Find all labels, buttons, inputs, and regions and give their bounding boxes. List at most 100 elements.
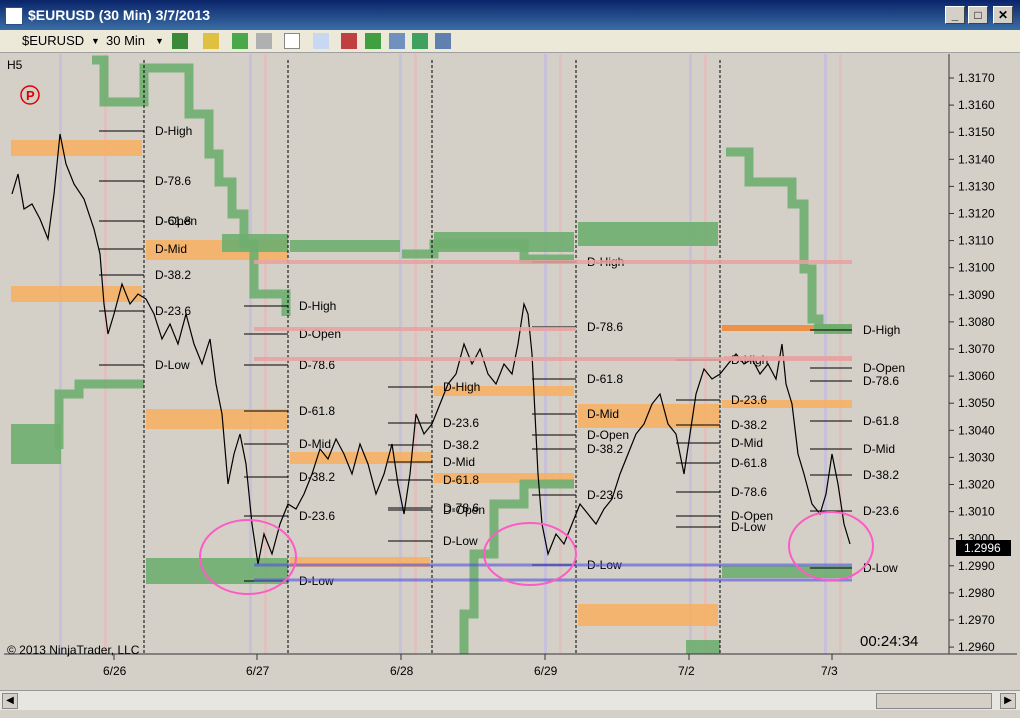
- level-label: D-High: [863, 323, 900, 337]
- close-button[interactable]: ✕: [993, 6, 1013, 24]
- level-label: D-Open: [443, 503, 485, 517]
- level-band: [686, 640, 720, 654]
- instrument-selector[interactable]: $EURUSD: [22, 33, 84, 49]
- indicators-icon[interactable]: [341, 33, 357, 49]
- level-label: D-78.6: [587, 320, 623, 334]
- level-label: D-61.8: [587, 372, 623, 386]
- strategies-icon[interactable]: [365, 33, 381, 49]
- x-tick-label: 7/2: [678, 664, 695, 678]
- candlestick-style-icon[interactable]: [172, 33, 188, 49]
- level-band: [578, 222, 718, 246]
- y-tick-label: 1.3070: [958, 342, 995, 356]
- y-tick-label: 1.2970: [958, 613, 995, 627]
- y-tick-label: 1.3060: [958, 369, 995, 383]
- y-tick-label: 1.3110: [958, 234, 994, 248]
- level-label: D-23.6: [299, 509, 335, 523]
- level-label: D-Mid: [299, 437, 331, 451]
- pencil-draw-icon[interactable]: [203, 33, 219, 49]
- level-band: [11, 140, 142, 156]
- chart-toolbar: $EURUSD ▼ 30 Min ▼: [0, 30, 1020, 53]
- x-tick-label: 6/26: [103, 664, 127, 678]
- price-chart[interactable]: D-High D-78.6 D-61.8 D-Open D-Mid D-38.2 D-23.…: [4, 54, 1017, 688]
- scroll-left-icon[interactable]: ◀: [2, 693, 18, 709]
- level-label: D-23.6: [587, 488, 623, 502]
- scroll-thumb[interactable]: [876, 693, 992, 709]
- level-label: D-Mid: [863, 442, 895, 456]
- pin-icon[interactable]: [256, 33, 272, 49]
- level-label: D-61.8: [443, 473, 479, 487]
- level-label: D-Low: [155, 358, 190, 372]
- level-label: D-Low: [443, 534, 478, 548]
- y-tick-label: 1.3090: [958, 288, 995, 302]
- level-label: D-61.8: [863, 414, 899, 428]
- level-label: D-Mid: [587, 407, 619, 421]
- last-price-value: 1.2996: [964, 541, 1001, 555]
- y-tick-label: 1.3020: [958, 478, 995, 492]
- x-tick-label: 6/28: [390, 664, 414, 678]
- level-label: D-High: [443, 380, 480, 394]
- interval-selector[interactable]: 30 Min: [106, 33, 145, 49]
- level-band: [578, 604, 718, 626]
- y-tick-label: 1.3050: [958, 396, 995, 410]
- copyright-text: © 2013 NinjaTrader, LLC: [7, 643, 140, 657]
- level-label: D-38.2: [863, 468, 899, 482]
- level-label: D-High: [155, 124, 192, 138]
- x-tick-label: 6/29: [534, 664, 558, 678]
- minimize-button[interactable]: _: [945, 6, 965, 24]
- scroll-right-icon[interactable]: ▶: [1000, 693, 1016, 709]
- chevron-down-icon[interactable]: ▼: [91, 33, 100, 49]
- y-tick-label: 1.3130: [958, 179, 995, 193]
- pointer-icon[interactable]: [284, 33, 300, 49]
- panel-label: H5: [7, 58, 23, 72]
- y-tick-label: 1.3160: [958, 98, 995, 112]
- y-tick-label: 1.3150: [958, 125, 995, 139]
- level-label: D-61.8: [299, 404, 335, 418]
- level-label: D-61.8: [731, 456, 767, 470]
- level-label: D-High: [299, 299, 336, 313]
- level-label: D-Mid: [731, 436, 763, 450]
- window-bottom-edge: [0, 710, 1020, 718]
- y-tick-label: 1.3100: [958, 261, 995, 275]
- y-tick-label: 1.3140: [958, 152, 995, 166]
- level-band: [290, 240, 400, 252]
- level-label: D-Open: [587, 428, 629, 442]
- level-band: [11, 424, 61, 464]
- level-label: D-23.6: [155, 304, 191, 318]
- bar-timer: 00:24:34: [860, 633, 918, 650]
- dollar-icon[interactable]: [412, 33, 428, 49]
- level-band: [11, 286, 142, 302]
- level-label: D-23.6: [863, 504, 899, 518]
- level-label: D-Open: [863, 361, 905, 375]
- y-tick-label: 1.3080: [958, 315, 995, 329]
- y-tick-label: 1.2990: [958, 559, 995, 573]
- level-label: D-Mid: [443, 455, 475, 469]
- chart-properties-icon[interactable]: [389, 33, 405, 49]
- chevron-down-icon[interactable]: ▼: [155, 33, 164, 49]
- level-label: D-23.6: [731, 393, 767, 407]
- level-label: D-38.2: [731, 418, 767, 432]
- data-box-icon[interactable]: [435, 33, 451, 49]
- level-label: D-38.2: [155, 268, 191, 282]
- logo-icon: P: [26, 88, 35, 103]
- zoom-icon[interactable]: [313, 33, 329, 49]
- maximize-button[interactable]: □: [968, 6, 988, 24]
- y-tick-label: 1.3170: [958, 71, 995, 85]
- level-label: D-Mid: [155, 242, 187, 256]
- level-label: D-Low: [731, 520, 766, 534]
- x-tick-label: 7/3: [821, 664, 838, 678]
- x-tick-label: 6/27: [246, 664, 270, 678]
- y-tick-label: 1.2960: [958, 640, 995, 654]
- level-label: D-Open: [155, 214, 197, 228]
- level-label: D-38.2: [587, 442, 623, 456]
- level-label: D-78.6: [731, 485, 767, 499]
- title-bar: $EURUSD (30 Min) 3/7/2013 _ □ ✕: [0, 0, 1020, 30]
- horizontal-scrollbar[interactable]: ◀ ▶: [0, 690, 1020, 711]
- level-band: [146, 409, 288, 429]
- window-title: $EURUSD (30 Min) 3/7/2013: [28, 7, 211, 23]
- y-tick-label: 1.2980: [958, 586, 995, 600]
- y-tick-label: 1.3010: [958, 505, 995, 519]
- level-label: D-78.6: [863, 374, 899, 388]
- level-label: D-38.2: [443, 438, 479, 452]
- crosshair-icon[interactable]: [232, 33, 248, 49]
- level-label: D-23.6: [443, 416, 479, 430]
